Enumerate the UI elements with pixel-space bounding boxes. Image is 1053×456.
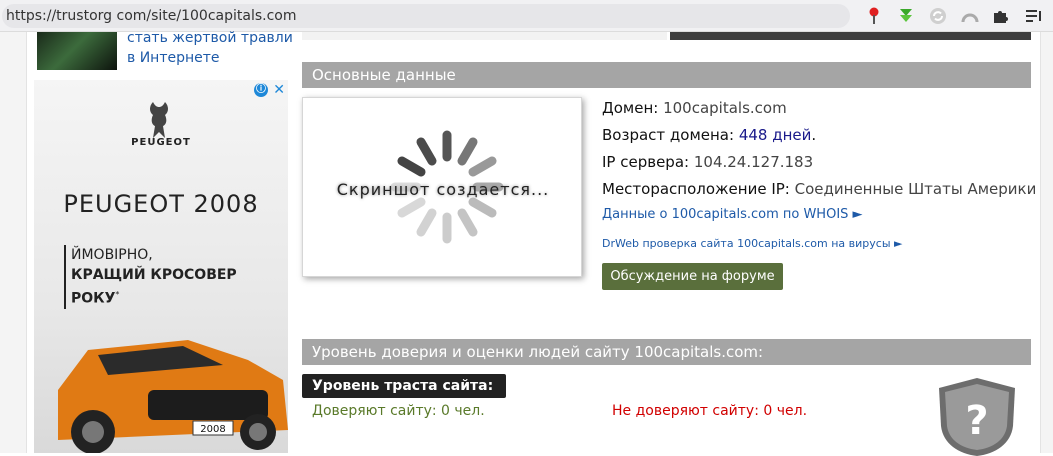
trust-yes-count: Доверяют сайту: 0 чел. (312, 403, 485, 419)
whois-link[interactable]: Данные о 100capitals.com по WHOIS ► (602, 207, 863, 222)
age-suffix: . (811, 126, 817, 144)
svg-text:2008: 2008 (200, 424, 225, 435)
age-label: Возраст домена: (602, 126, 735, 144)
shield-question-icon: ? (939, 378, 1015, 456)
sync-icon[interactable] (928, 6, 948, 26)
ad-info-icon[interactable]: ⓘ (254, 83, 268, 97)
location-value: Соединенные Штаты Америки (794, 180, 1037, 198)
left-gutter (0, 32, 27, 453)
domain-row: Домен: 100capitals.com (602, 98, 787, 118)
right-gutter (1040, 32, 1053, 453)
peugeot-lion-logo (150, 102, 168, 138)
age-row: Возраст домена: 448 дней. (602, 125, 816, 145)
section-header-trust: Уровень доверия и оценки людей сайту 100… (302, 339, 1031, 365)
ad-brand: PEUGEOT (131, 137, 191, 148)
rainbow-icon[interactable] (960, 6, 980, 26)
ad-copy-line: КРАЩИЙ КРОСОВЕР (71, 267, 237, 283)
section-header-main: Основные данные (302, 62, 1031, 88)
trust-level-button[interactable]: Уровень траста сайта: ? (302, 374, 506, 418)
ad-banner[interactable]: ⓘ ✕ PEUGEOT PEUGEOT 2008 ЙМОВІРНО, КРАЩИ… (34, 80, 288, 453)
address-bar[interactable]: https://trustorg com/site/100capitals.co… (2, 4, 850, 28)
ad-close-icon[interactable]: ✕ (273, 82, 285, 98)
screenshot-status-text: Скриншот создается... (336, 180, 550, 199)
domain-value: 100capitals.com (663, 99, 787, 117)
ad-copy: ЙМОВІРНО, КРАЩИЙ КРОСОВЕР РОКУ* (64, 245, 274, 309)
ad-copy-line: ЙМОВІРНО, (71, 247, 153, 263)
list-icon[interactable] (1024, 6, 1044, 26)
ad-copy-line: РОКУ* (71, 290, 120, 307)
article-teaser-link[interactable]: стать жертвой травли в Интернете (127, 28, 297, 68)
drweb-link[interactable]: DrWeb проверка сайта 100capitals.com на … (602, 237, 902, 250)
content-strip (302, 32, 667, 40)
download-icon[interactable] (896, 6, 916, 26)
shield-question-mark: ? (965, 398, 988, 444)
puzzle-icon[interactable] (990, 6, 1010, 26)
article-thumbnail[interactable] (37, 32, 117, 70)
ip-value: 104.24.127.183 (693, 153, 814, 171)
ad-model: PEUGEOT 2008 (63, 190, 259, 218)
ad-car-image: 2008 (58, 340, 288, 453)
location-row: Месторасположение IP: Соединенные Штаты … (602, 179, 1036, 199)
site-screenshot-placeholder: Скриншот создается... (302, 97, 582, 277)
content-strip-dark (670, 32, 1031, 40)
location-label: Месторасположение IP: (602, 180, 790, 198)
trust-no-count: Не доверяют сайту: 0 чел. (612, 403, 808, 419)
age-value: 448 дней (738, 126, 812, 144)
domain-label: Домен: (602, 99, 659, 117)
pin-icon[interactable] (864, 6, 884, 26)
ip-label: IP сервера: (602, 153, 690, 171)
forum-discussion-button[interactable]: Обсуждение на форуме (602, 263, 783, 290)
ip-row: IP сервера: 104.24.127.183 (602, 152, 813, 172)
